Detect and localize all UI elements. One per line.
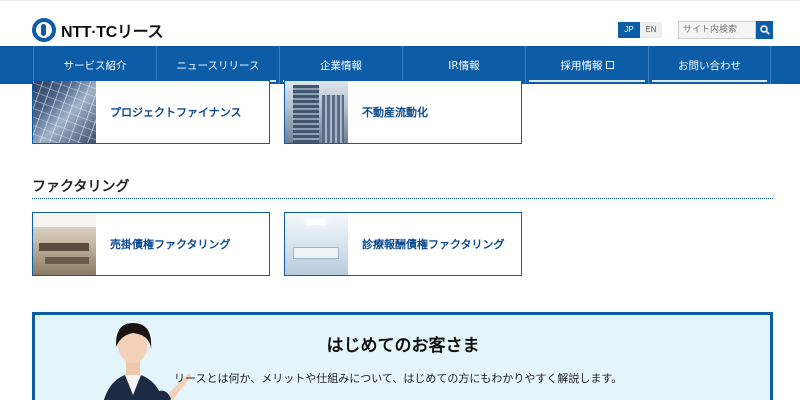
banner-title: はじめてのお客さま [326,336,480,356]
nav-item-services[interactable]: サービス紹介 [33,46,156,84]
logo-mark-icon [32,18,56,42]
nav-item-label: 企業情報 [320,59,362,72]
staff-person-illustration [103,323,191,400]
card-receivables-factoring[interactable]: 売掛債権ファクタリング [32,212,270,276]
card-project-finance[interactable]: プロジェクトファイナンス [32,80,270,144]
card-label: 不動産流動化 [362,106,428,119]
first-time-customer-banner[interactable]: はじめてのお客さま リースとは何か、メリットや仕組みについて、はじめての方にもわ… [32,312,773,400]
search-button[interactable] [756,21,773,39]
nav-item-company[interactable]: 企業情報 [279,46,402,84]
card-real-estate-securitization[interactable]: 不動産流動化 [284,80,522,144]
external-link-icon [605,61,614,69]
nav-item-label: お問い合わせ [678,59,741,72]
card-label: 診療報酬債権ファクタリング [362,238,505,251]
section-title-factoring: ファクタリング [32,179,130,195]
site-logo[interactable]: NTT·TCリース [32,17,164,43]
nav-item-contact[interactable]: お問い合わせ [648,46,771,84]
card-label: プロジェクトファイナンス [110,106,242,119]
language-switcher: JP EN [618,22,662,38]
nav-item-recruit[interactable]: 採用情報 [525,46,648,84]
section-divider [32,198,773,199]
nav-item-ir[interactable]: IR情報 [402,46,525,84]
header: NTT·TCリース JP EN [0,0,800,46]
site-search [678,21,773,39]
hospital-room-photo [285,213,348,275]
banner-description: リースとは何か、メリットや仕組みについて、はじめての方にもわかりやすく解説します… [174,372,623,385]
logo-text: NTT·TCリース [61,24,164,41]
search-icon [759,25,770,35]
lang-en-button[interactable]: EN [640,22,662,38]
card-label: 売掛債権ファクタリング [110,238,231,251]
nav-item-label: 採用情報 [560,59,603,72]
nav-item-label: IR情報 [448,59,480,72]
lang-jp-button[interactable]: JP [618,22,640,38]
office-building-photo [285,81,348,143]
office-interior-photo [33,213,96,275]
nav-item-news[interactable]: ニュースリリース [156,46,279,84]
card-medical-fee-factoring[interactable]: 診療報酬債権ファクタリング [284,212,522,276]
nav-item-label: ニュースリリース [176,59,260,72]
search-input[interactable] [678,21,756,39]
solar-panel-photo [33,81,96,143]
nav-item-label: サービス紹介 [63,59,127,72]
global-nav: サービス紹介 ニュースリリース 企業情報 IR情報 採用情報 お問い合わせ [0,46,800,84]
